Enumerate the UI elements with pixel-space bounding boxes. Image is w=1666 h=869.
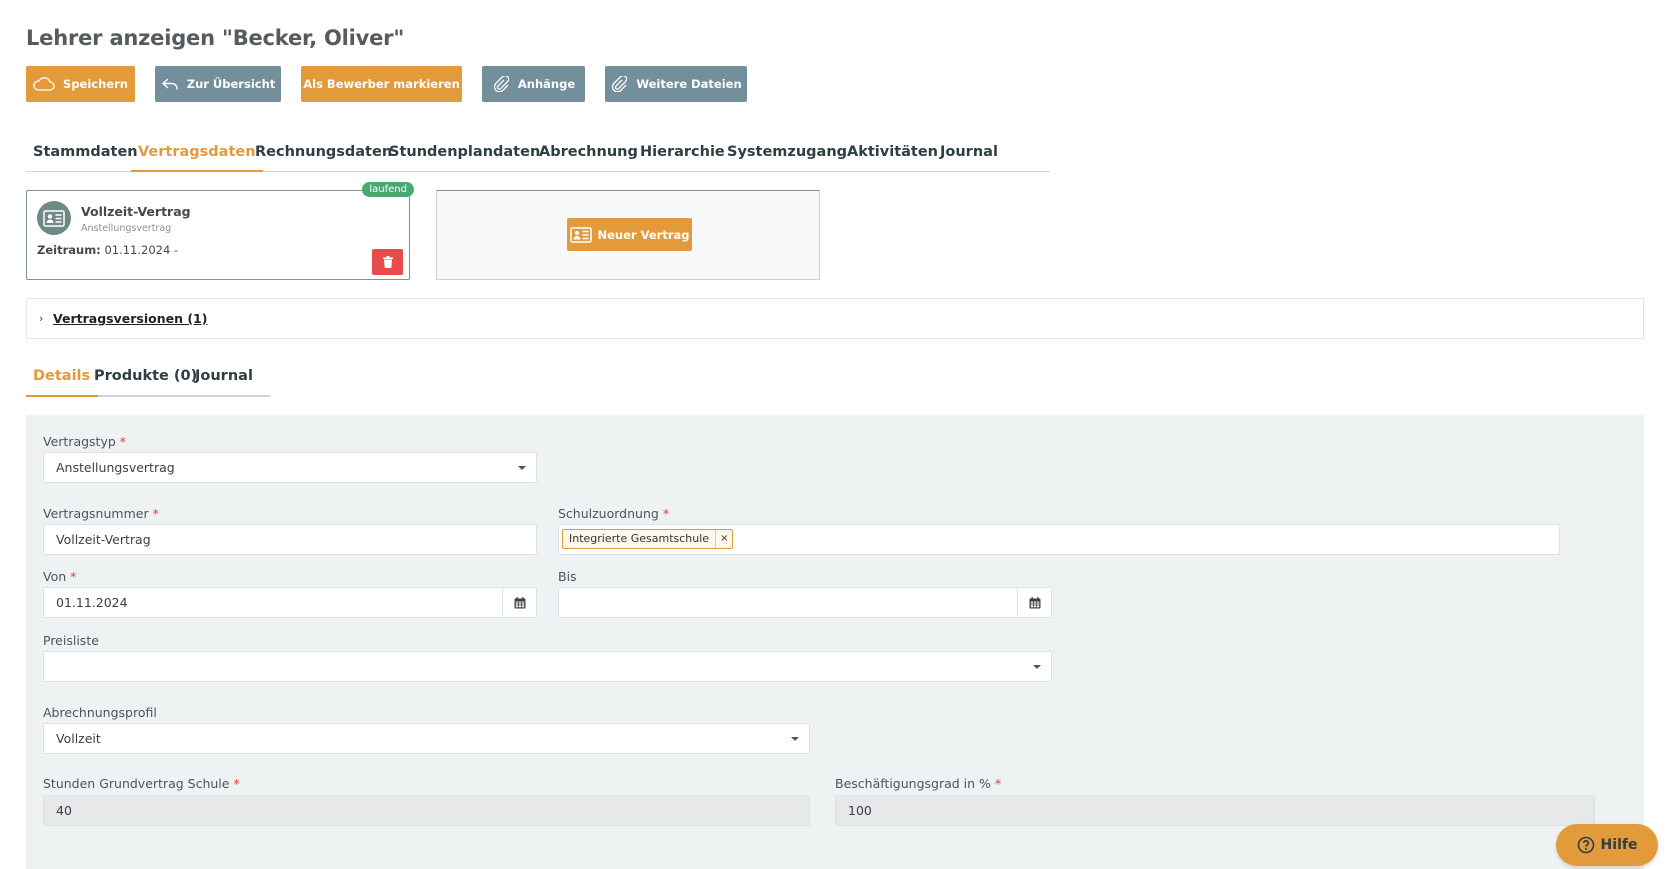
mark-applicant-button[interactable]: Als Bewerber markieren [301, 66, 462, 102]
contract-range: Zeitraum: 01.11.2024 - [37, 243, 178, 257]
employment-level-input: 100 [835, 795, 1595, 826]
calendar-icon[interactable] [502, 588, 536, 617]
contract-type-select[interactable]: Anstellungsvertrag [43, 452, 537, 483]
cloud-icon [33, 77, 55, 91]
tab-hierarchie[interactable]: Hierarchie [633, 140, 732, 172]
caret-down-icon [791, 737, 799, 741]
caret-down-icon [1033, 665, 1041, 669]
contract-subtitle: Anstellungsvertrag [81, 223, 172, 234]
school-assignment-label: Schulzuordnung * [558, 506, 670, 521]
billing-profile-select[interactable]: Vollzeit [43, 723, 810, 754]
caret-down-icon [518, 466, 526, 470]
contract-card-icon [569, 226, 592, 243]
versions-panel[interactable]: › Vertragsversionen (1) [26, 298, 1644, 339]
school-tag: Integrierte Gesamtschule × [562, 529, 734, 549]
new-contract-button[interactable]: Neuer Vertrag [567, 218, 692, 251]
contract-card[interactable]: Vollzeit-Vertrag Anstellungsvertrag Zeit… [26, 182, 414, 280]
contract-type-label: Vertragstyp * [43, 434, 127, 449]
tab-stundenplandaten[interactable]: Stundenplandaten [382, 140, 547, 172]
tab-rechnungsdaten[interactable]: Rechnungsdaten [248, 140, 399, 172]
mark-applicant-label: Als Bewerber markieren [303, 77, 460, 91]
help-button[interactable]: Hilfe [1556, 824, 1658, 866]
to-label: Bis [558, 569, 577, 584]
contract-range-value: 01.11.2024 - [104, 243, 179, 257]
delete-contract-button[interactable] [372, 249, 403, 275]
reply-icon [161, 78, 178, 90]
price-list-select[interactable] [43, 651, 1052, 682]
more-files-label: Weitere Dateien [636, 77, 742, 91]
tab-journal[interactable]: Journal [933, 140, 1005, 172]
tab-aktivitaeten[interactable]: Aktivitäten [840, 140, 945, 172]
to-date-input[interactable] [558, 587, 1052, 618]
sub-tabs: Details Produkte (0) Journal [26, 364, 270, 397]
attachments-button[interactable]: Anhänge [482, 66, 585, 102]
calendar-icon[interactable] [1017, 588, 1051, 617]
main-tabs: Stammdaten Vertragsdaten Rechnungsdaten … [26, 140, 1050, 172]
tab-systemzugang[interactable]: Systemzugang [720, 140, 854, 172]
chevron-right-icon: › [39, 312, 44, 325]
status-badge: laufend [362, 182, 414, 197]
price-list-label: Preisliste [43, 633, 99, 648]
tab-abrechnung[interactable]: Abrechnung [532, 140, 645, 172]
tab-stammdaten[interactable]: Stammdaten [26, 140, 145, 172]
overview-label: Zur Übersicht [186, 77, 276, 91]
overview-button[interactable]: Zur Übersicht [155, 66, 281, 102]
more-files-button[interactable]: Weitere Dateien [605, 66, 747, 102]
base-hours-input: 40 [43, 795, 810, 826]
details-form: Vertragstyp * Anstellungsvertrag Vertrags… [26, 415, 1644, 869]
paperclip-icon [612, 76, 628, 92]
contract-number-label: Vertragsnummer * [43, 506, 159, 521]
contract-type-value: Anstellungsvertrag [56, 460, 175, 475]
versions-link[interactable]: Vertragsversionen (1) [53, 311, 207, 326]
contract-range-label: Zeitraum: [37, 243, 101, 257]
remove-tag-icon[interactable]: × [715, 530, 728, 548]
new-contract-label: Neuer Vertrag [597, 227, 690, 242]
billing-profile-label: Abrechnungsprofil [43, 705, 157, 720]
question-circle-icon [1577, 836, 1594, 854]
employment-level-label: Beschäftigungsgrad in % * [835, 776, 1002, 791]
trash-icon [382, 256, 393, 268]
base-hours-label: Stunden Grundvertrag Schule * [43, 776, 240, 791]
from-date-input[interactable]: 01.11.2024 [43, 587, 537, 618]
tab-produkte[interactable]: Produkte (0) [87, 364, 204, 397]
from-date-value: 01.11.2024 [56, 595, 128, 610]
page-title: Lehrer anzeigen "Becker, Oliver" [26, 26, 405, 50]
contract-card-icon [37, 201, 71, 235]
attachments-label: Anhänge [517, 77, 576, 91]
save-button[interactable]: Speichern [26, 66, 135, 102]
tab-vertragsdaten[interactable]: Vertragsdaten [131, 140, 263, 172]
help-label: Hilfe [1600, 837, 1638, 853]
from-label: Von * [43, 569, 77, 584]
school-assignment-input[interactable]: Integrierte Gesamtschule × [558, 524, 1560, 555]
paperclip-icon [493, 76, 510, 92]
school-tag-label: Integrierte Gesamtschule [569, 532, 710, 545]
save-label: Speichern [63, 77, 128, 91]
contract-title: Vollzeit-Vertrag [81, 204, 191, 219]
new-contract-card: Neuer Vertrag [436, 190, 820, 280]
billing-profile-value: Vollzeit [56, 731, 101, 746]
tab-sub-journal[interactable]: Journal [188, 364, 260, 397]
contract-number-input[interactable]: Vollzeit-Vertrag [43, 524, 537, 555]
